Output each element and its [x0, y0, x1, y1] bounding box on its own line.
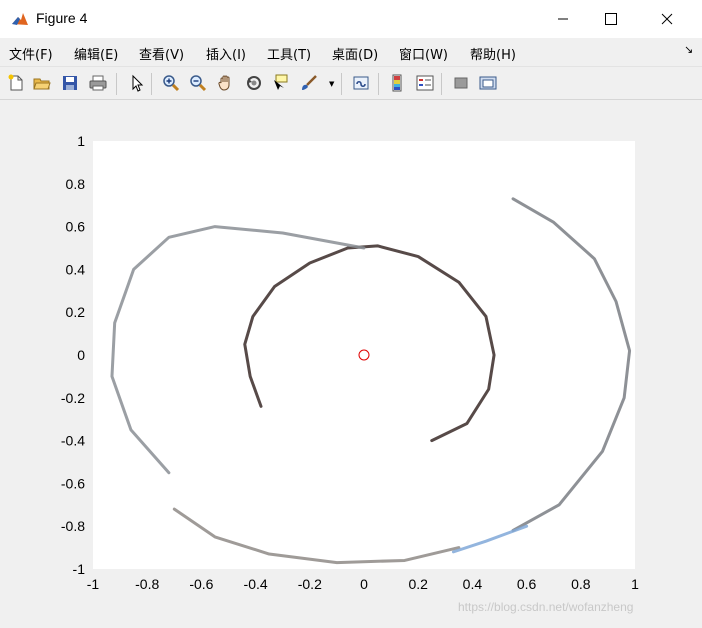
zoom-out-icon — [190, 75, 207, 92]
data-cursor-icon — [274, 74, 288, 90]
pan-hand-icon — [218, 75, 230, 91]
rotate-3d-icon — [247, 76, 261, 90]
menu-view[interactable]: 查看(V) — [139, 44, 184, 63]
menu-file[interactable]: 文件(F) — [9, 44, 53, 63]
menu-edit[interactable]: 编辑(E) — [74, 44, 118, 63]
watermark-text: https://blog.csdn.net/wofanzheng — [458, 600, 634, 614]
pointer-icon — [132, 74, 144, 92]
minimize-button[interactable] — [540, 0, 586, 38]
menu-tools[interactable]: 工具(T) — [267, 44, 311, 63]
axes-area[interactable] — [93, 141, 635, 569]
menu-help[interactable]: 帮助(H) — [470, 44, 516, 63]
show-plot-tools-button[interactable] — [477, 72, 499, 94]
data-cursor-button[interactable] — [270, 72, 292, 94]
maximize-icon — [605, 13, 617, 25]
brush-icon — [302, 75, 317, 90]
zoom-in-icon — [163, 75, 180, 92]
show-plot-tools-icon — [479, 76, 497, 90]
dock-arrow-icon[interactable]: ↘ — [684, 43, 693, 56]
legend-button[interactable] — [414, 72, 436, 94]
x-tick-label: 0.4 — [463, 576, 483, 592]
toolbar-separator — [378, 73, 379, 95]
plot-svg: -1 -0.8 -0.6 -0.4 -0.2 0 0.2 0.4 0.6 0.8 1 1 0.8 0.6 0… — [61, 133, 639, 592]
figure-canvas: -1 -0.8 -0.6 -0.4 -0.2 0 0.2 0.4 0.6 0.8 1 1 0.8 0.6 0… — [0, 101, 702, 628]
matlab-logo-icon — [10, 9, 30, 29]
figure-toolbar: ▼ — [0, 66, 702, 100]
toolbar-separator — [441, 73, 442, 95]
hide-plot-tools-button[interactable] — [450, 72, 472, 94]
y-tick-label: 0.8 — [66, 176, 86, 192]
y-tick-label: 0 — [77, 347, 85, 363]
y-tick-label: 0.2 — [66, 304, 86, 320]
menu-desktop[interactable]: 桌面(D) — [332, 44, 378, 63]
y-tick-label: -0.2 — [61, 390, 85, 406]
x-tick-label: 0.6 — [517, 576, 537, 592]
x-tick-label: -0.8 — [135, 576, 159, 592]
save-icon — [63, 76, 77, 90]
link-plot-icon — [353, 76, 369, 90]
window-title: Figure 4 — [36, 10, 88, 26]
toolbar-separator — [341, 73, 342, 95]
x-tick-label: -1 — [87, 576, 100, 592]
y-tick-label: 1 — [77, 133, 85, 149]
x-tick-label: 0.8 — [571, 576, 591, 592]
pointer-button[interactable] — [126, 72, 148, 94]
maximize-button[interactable] — [588, 0, 634, 38]
zoom-out-button[interactable] — [187, 72, 209, 94]
print-button[interactable] — [87, 72, 109, 94]
title-bar: Figure 4 — [0, 0, 702, 38]
x-tick-label: 1 — [631, 576, 639, 592]
menu-bar: 文件(F) 编辑(E) 查看(V) 插入(I) 工具(T) 桌面(D) 窗口(W… — [0, 38, 702, 66]
legend-icon — [416, 75, 434, 91]
open-file-icon — [33, 78, 51, 90]
close-icon — [661, 13, 673, 25]
minimize-icon — [558, 18, 568, 20]
x-tick-label: -0.4 — [244, 576, 268, 592]
y-tick-label: -1 — [73, 561, 86, 577]
link-plot-button[interactable] — [350, 72, 372, 94]
brush-dropdown-icon[interactable]: ▼ — [329, 80, 334, 88]
new-figure-icon — [8, 74, 23, 91]
y-tick-label: -0.8 — [61, 518, 85, 534]
rotate-3d-button[interactable] — [243, 72, 265, 94]
x-tick-label: -0.2 — [298, 576, 322, 592]
hide-plot-tools-icon — [454, 77, 468, 89]
menu-insert[interactable]: 插入(I) — [206, 44, 246, 63]
zoom-in-button[interactable] — [160, 72, 182, 94]
toolbar-separator — [116, 73, 117, 95]
toolbar-separator — [151, 73, 152, 95]
y-tick-label: -0.4 — [61, 433, 85, 449]
colorbar-icon — [392, 74, 402, 92]
brush-button[interactable] — [298, 72, 320, 94]
pan-button[interactable] — [215, 72, 237, 94]
y-tick-label: 0.4 — [66, 261, 86, 277]
close-button[interactable] — [644, 0, 690, 38]
x-tick-label: 0 — [360, 576, 368, 592]
print-icon — [89, 75, 107, 91]
save-button[interactable] — [59, 72, 81, 94]
new-figure-button[interactable] — [5, 72, 27, 94]
colorbar-button[interactable] — [386, 72, 408, 94]
open-file-button[interactable] — [31, 72, 53, 94]
x-tick-label: 0.2 — [408, 576, 428, 592]
y-tick-label: -0.6 — [61, 475, 85, 491]
menu-window[interactable]: 窗口(W) — [399, 44, 448, 63]
y-tick-label: 0.6 — [66, 219, 86, 235]
x-tick-label: -0.6 — [189, 576, 213, 592]
